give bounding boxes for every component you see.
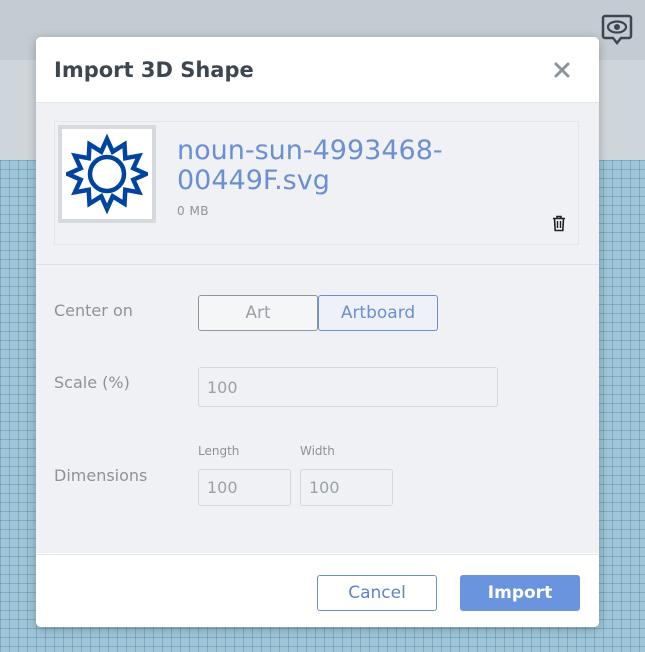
file-size: 0 MB xyxy=(177,204,210,218)
dimensions-label: Dimensions xyxy=(54,466,148,485)
cancel-button[interactable]: Cancel xyxy=(317,575,437,611)
close-icon xyxy=(554,62,570,78)
width-label: Width xyxy=(300,444,335,458)
length-input[interactable] xyxy=(198,469,291,506)
file-thumbnail xyxy=(58,125,156,223)
dialog-header: Import 3D Shape xyxy=(36,37,599,103)
scale-label: Scale (%) xyxy=(54,373,130,392)
file-card: noun-sun-4993468-00449F.svg 0 MB xyxy=(54,121,579,245)
close-button[interactable] xyxy=(551,59,573,81)
dialog-title: Import 3D Shape xyxy=(54,57,254,82)
length-label: Length xyxy=(198,444,240,458)
dialog-footer: Cancel Import xyxy=(36,554,599,627)
view-toggle-button[interactable] xyxy=(599,12,635,48)
file-name: noun-sun-4993468-00449F.svg xyxy=(177,135,443,196)
center-on-label: Center on xyxy=(54,301,133,320)
import-button[interactable]: Import xyxy=(460,575,580,611)
dialog-body: noun-sun-4993468-00449F.svg 0 MB Center … xyxy=(36,103,599,553)
center-on-artboard-option[interactable]: Artboard xyxy=(318,295,438,331)
section-divider xyxy=(36,264,599,265)
center-on-art-option[interactable]: Art xyxy=(198,295,318,331)
sun-icon xyxy=(66,133,148,215)
width-input[interactable] xyxy=(300,469,393,506)
import-dialog: Import 3D Shape noun-sun-4993468-00449F.… xyxy=(36,37,599,627)
trash-icon xyxy=(553,215,565,231)
eye-icon xyxy=(601,14,633,46)
delete-file-button[interactable] xyxy=(550,213,568,233)
scale-input[interactable] xyxy=(198,367,498,407)
